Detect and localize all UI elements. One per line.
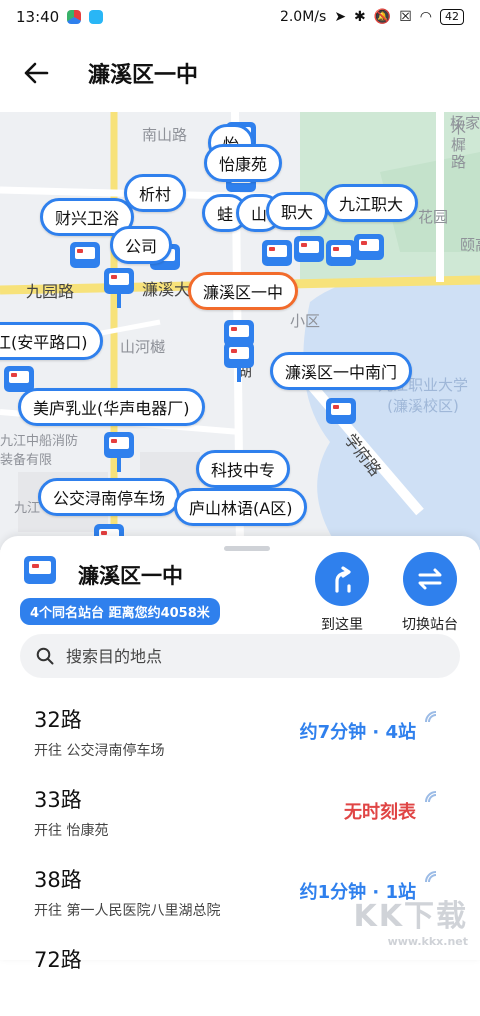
stop-bubble[interactable]: 怡康苑 xyxy=(204,144,283,182)
map-view[interactable]: 南山路 九园路 濂溪大 山河樾 九江中船消防装备有限 九江一附属医 木樨路 杨家… xyxy=(0,112,480,550)
poi-label: 颐高 xyxy=(460,236,480,254)
bus-stop-icon[interactable] xyxy=(326,398,356,424)
realtime-signal-icon xyxy=(425,711,437,723)
bus-stop-icon[interactable] xyxy=(294,236,324,262)
route-row[interactable]: 32路 开往 公交浔南停车场 约7分钟 · 4站 xyxy=(0,696,480,776)
watermark: KK下载 www.kkx.net xyxy=(354,891,469,948)
route-direction: 开往 怡康苑 xyxy=(34,823,109,839)
destination-search[interactable] xyxy=(20,634,460,678)
route-name: 38路 xyxy=(34,868,82,892)
road-label: 濂溪大 xyxy=(142,280,191,299)
bus-stop-icon[interactable] xyxy=(70,242,100,268)
switch-stop-button[interactable]: 切换站台 xyxy=(390,552,470,634)
search-icon xyxy=(36,647,54,665)
sheet-drag-handle[interactable] xyxy=(224,546,270,551)
road-label: 九园路 xyxy=(26,282,75,301)
navigate-here-label: 到这里 xyxy=(321,617,363,633)
stop-bubble[interactable]: 江(安平路口) xyxy=(0,322,103,360)
back-arrow-icon xyxy=(24,62,49,84)
watermark-text: KK下载 xyxy=(353,899,468,934)
bus-stop-icon xyxy=(24,556,56,584)
bus-stop-icon[interactable] xyxy=(104,432,134,458)
route-name: 32路 xyxy=(34,708,82,732)
road-label: 南山路 xyxy=(142,126,188,144)
stop-bubble[interactable]: 职大 xyxy=(266,192,329,230)
bus-stop-icon[interactable] xyxy=(224,342,254,368)
poi-label: 九江中船消防装备有限 xyxy=(0,434,79,468)
stop-bubble[interactable]: 析村 xyxy=(124,174,187,212)
stop-bubble[interactable]: 濂溪区一中南门 xyxy=(270,352,413,390)
bus-stop-icon[interactable] xyxy=(326,240,356,266)
route-row[interactable]: 72路 xyxy=(0,936,480,1016)
realtime-signal-icon xyxy=(425,871,437,883)
bus-stop-icon[interactable] xyxy=(262,240,292,266)
stop-bubble[interactable]: 美庐乳业(华声电器厂) xyxy=(18,388,205,426)
route-name: 33路 xyxy=(34,788,82,812)
switch-icon xyxy=(403,552,457,606)
app-notification-icon xyxy=(67,10,82,24)
bus-stop-pole xyxy=(237,368,241,382)
stop-bubble[interactable]: 科技中专 xyxy=(196,450,291,488)
navigate-here-button[interactable]: 到这里 xyxy=(302,552,382,634)
sim-icon: ☒ xyxy=(399,9,412,25)
net-speed: 2.0M/s xyxy=(279,9,327,25)
stop-bubble[interactable]: 庐山林语(A区) xyxy=(174,488,308,526)
bus-stop-icon[interactable] xyxy=(354,234,384,260)
route-eta: 约7分钟 · 4站 xyxy=(299,722,416,743)
bluetooth-icon: ✱ xyxy=(354,9,366,25)
route-direction: 开往 公交浔南停车场 xyxy=(34,743,165,759)
route-eta: 无时刻表 xyxy=(344,802,416,823)
stop-info-badge: 4个同名站台 距离您约4058米 xyxy=(20,598,220,625)
poi-label: 杨家 xyxy=(450,114,480,132)
location-icon: ➤ xyxy=(334,9,347,25)
clock: 13:40 xyxy=(16,8,60,26)
route-arrow-icon xyxy=(315,552,369,606)
route-name: 72路 xyxy=(34,948,82,972)
title-bar: 濂溪区一中 xyxy=(0,34,480,112)
bus-stop-icon[interactable] xyxy=(104,268,134,294)
mute-icon: 🔕 xyxy=(373,9,392,25)
page-title: 濂溪区一中 xyxy=(88,63,199,88)
poi-label: 花园 xyxy=(418,208,449,226)
route-row[interactable]: 33路 开往 怡康苑 无时刻表 xyxy=(0,776,480,856)
realtime-signal-icon xyxy=(425,791,437,803)
stop-bubble[interactable]: 九江职大 xyxy=(324,184,419,222)
poi-label: 小区 xyxy=(290,312,321,330)
stop-bubble[interactable]: 公司 xyxy=(110,226,173,264)
switch-stop-label: 切换站台 xyxy=(402,617,458,633)
wifi-icon: ◠ xyxy=(419,9,432,25)
stop-name: 濂溪区一中 xyxy=(78,564,183,588)
status-bar: 13:40 2.0M/s ➤ ✱ 🔕 ☒ ◠ 42 xyxy=(0,0,480,34)
bus-stop-icon[interactable] xyxy=(4,366,34,392)
watermark-url: www.kkx.net xyxy=(387,935,468,948)
battery-icon: 42 xyxy=(440,9,464,25)
telegram-icon xyxy=(89,10,104,24)
destination-search-input[interactable] xyxy=(64,645,428,667)
back-button[interactable] xyxy=(6,43,66,103)
stop-detail-sheet: 濂溪区一中 4个同名站台 距离您约4058米 到这里 切换站台 32路 开往 公… xyxy=(0,536,480,972)
road-label: 山河樾 xyxy=(120,338,166,356)
stop-bubble[interactable]: 公交浔南停车场 xyxy=(38,478,181,516)
bus-stop-pole xyxy=(117,458,121,472)
selected-stop-bubble[interactable]: 濂溪区一中 xyxy=(188,272,299,310)
route-direction: 开往 第一人民医院八里湖总院 xyxy=(34,903,221,919)
bus-stop-pole xyxy=(117,294,121,308)
